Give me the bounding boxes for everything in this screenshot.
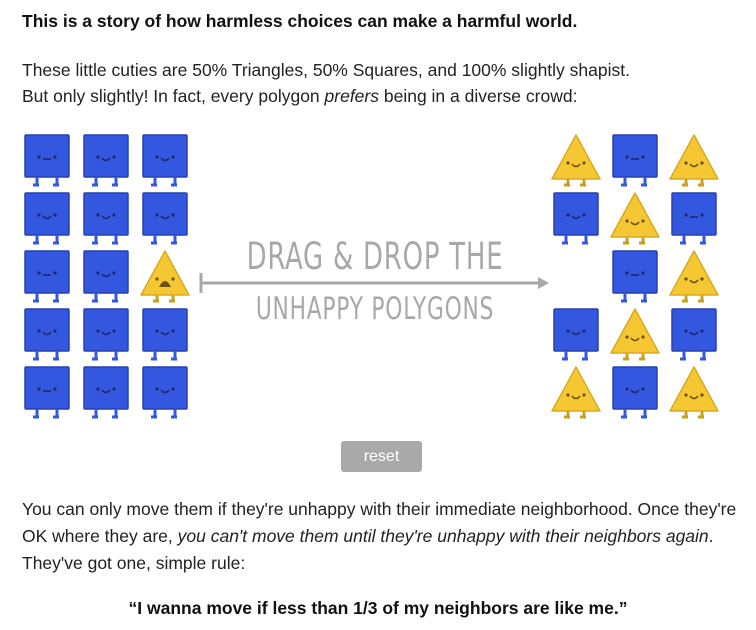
intro-line-2-start: But only slightly! In fact, every polygo… (22, 86, 325, 106)
right-triangle-happy[interactable] (551, 366, 601, 419)
intro-text: These little cuties are 50% Triangles, 5… (22, 57, 747, 109)
left-square-happy[interactable] (83, 250, 129, 303)
right-square-happy[interactable] (553, 308, 599, 361)
left-square-happy[interactable] (24, 308, 70, 361)
right-square-meh[interactable] (612, 250, 658, 303)
right-square-meh[interactable] (612, 134, 658, 187)
left-square-happy[interactable] (83, 308, 129, 361)
right-triangle-happy[interactable] (551, 134, 601, 187)
left-square-happy[interactable] (142, 134, 188, 187)
left-square-happy[interactable] (142, 192, 188, 245)
left-square-happy[interactable] (24, 192, 70, 245)
right-square-happy[interactable] (553, 192, 599, 245)
right-polygon-grid (551, 134, 719, 419)
right-triangle-happy[interactable] (610, 192, 660, 245)
drag-instruction-line-1: DRAG & DROP THE (246, 235, 504, 278)
right-triangle-happy[interactable] (669, 366, 719, 419)
polygon-demo: DRAG & DROP THE UNHAPPY POLYGONS (0, 125, 756, 425)
left-square-happy[interactable] (83, 134, 129, 187)
right-triangle-happy[interactable] (610, 308, 660, 361)
left-square-happy[interactable] (142, 308, 188, 361)
left-square-meh[interactable] (24, 250, 70, 303)
right-triangle-happy[interactable] (669, 134, 719, 187)
left-polygon-grid (24, 134, 190, 419)
intro-emphasis: prefers (324, 86, 379, 106)
left-square-meh[interactable] (24, 366, 70, 419)
left-square-happy[interactable] (142, 366, 188, 419)
left-square-happy[interactable] (83, 192, 129, 245)
intro-line-1: These little cuties are 50% Triangles, 5… (22, 60, 630, 80)
right-square-happy[interactable] (612, 366, 658, 419)
rule-explanation: You can only move them if they're unhapp… (22, 496, 747, 577)
right-square-happy[interactable] (671, 308, 717, 361)
headline: This is a story of how harmless choices … (22, 11, 578, 31)
left-square-meh[interactable] (24, 134, 70, 187)
intro-line-2-end: being in a diverse crowd: (379, 86, 578, 106)
drag-instruction-line-2: UNHAPPY POLYGONS (255, 291, 495, 327)
intro-line-2: But only slightly! In fact, every polygo… (22, 83, 747, 109)
right-triangle-happy[interactable] (669, 250, 719, 303)
left-triangle-sad[interactable] (140, 250, 190, 303)
rule-quote: “I wanna move if less than 1/3 of my nei… (128, 598, 628, 618)
right-square-meh[interactable] (671, 192, 717, 245)
reset-button[interactable]: reset (341, 441, 422, 472)
rule-explanation-emphasis: you can't move them until they're unhapp… (177, 526, 709, 546)
left-square-happy[interactable] (83, 366, 129, 419)
